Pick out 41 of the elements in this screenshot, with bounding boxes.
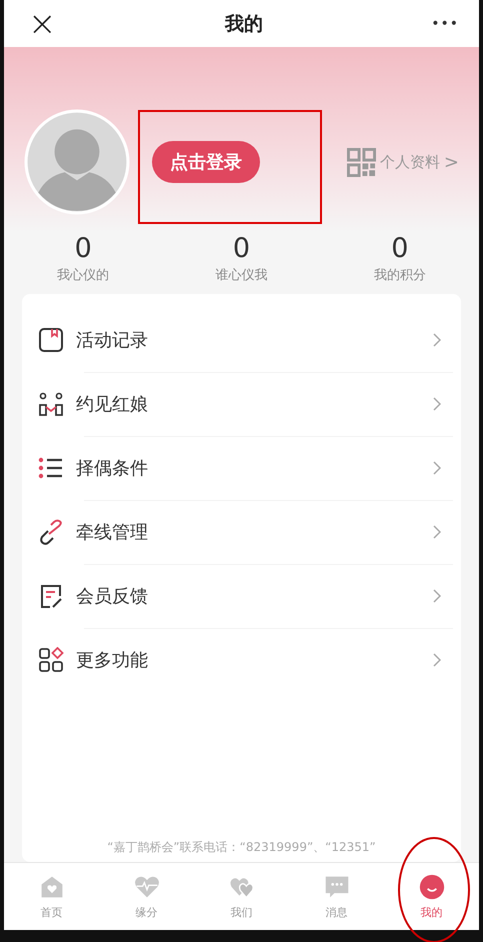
stat-value: 0	[391, 234, 408, 264]
grid-icon	[38, 647, 64, 673]
menu-item[interactable]: 更多功能	[22, 628, 461, 692]
login-button[interactable]: 点击登录	[152, 141, 260, 183]
contact-note: “嘉丁鹊桥会”联系电话：“82319999”、“12351”	[106, 839, 377, 856]
close-button[interactable]: ×	[28, 6, 56, 40]
chevron-icon	[433, 589, 441, 603]
stat-value: 0	[232, 234, 250, 264]
tab[interactable]: 首页	[4, 863, 99, 930]
chevron-icon	[433, 461, 441, 475]
chevron-icon	[433, 653, 441, 667]
stat-value: 0	[74, 234, 92, 264]
profile-link[interactable]: 个人资料 >	[346, 148, 459, 176]
tab[interactable]: 我们	[194, 863, 289, 930]
chevron-icon	[433, 333, 441, 347]
message-icon	[324, 874, 350, 900]
page-title: 我的	[224, 12, 263, 36]
menu-item[interactable]: 活动记录	[22, 308, 461, 372]
smile-icon	[418, 874, 444, 900]
people-icon	[38, 391, 64, 417]
stat-label[interactable]: 谁心仪我	[215, 266, 268, 284]
menu-item[interactable]: 择偶条件	[22, 436, 461, 500]
chevron-icon	[433, 397, 441, 411]
chevron-icon: >	[444, 152, 459, 172]
edit-note-icon	[38, 583, 64, 609]
bookmark-card-icon	[38, 327, 64, 353]
list-icon	[38, 455, 64, 481]
chevron-icon	[433, 525, 441, 539]
more-button[interactable]: •••	[431, 16, 459, 32]
stat-label[interactable]: 我的积分	[374, 266, 426, 284]
stat-label[interactable]: 我心仪的	[57, 266, 110, 284]
qr-code-icon	[346, 148, 376, 176]
chain-link-icon	[38, 519, 64, 545]
avatar-icon	[24, 109, 130, 215]
menu-item[interactable]: 牵线管理	[22, 500, 461, 564]
menu-item[interactable]: 会员反馈	[22, 564, 461, 628]
tab[interactable]: 我的	[384, 863, 479, 930]
menu-item[interactable]: 约见红娘	[22, 372, 461, 436]
profile-link-text: 个人资料	[380, 152, 440, 172]
tab[interactable]: 消息	[289, 863, 384, 930]
tab[interactable]: 缘分	[99, 863, 194, 930]
